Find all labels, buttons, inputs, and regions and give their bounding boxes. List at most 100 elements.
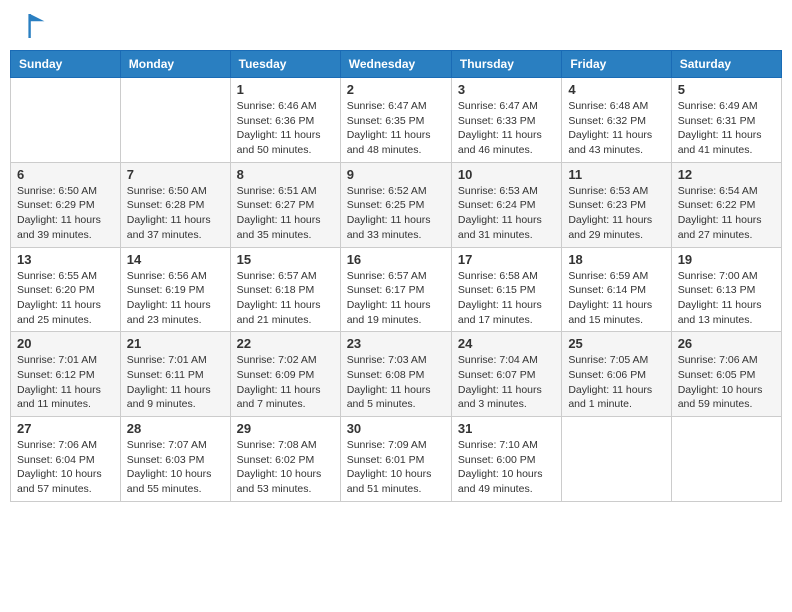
calendar-cell: [671, 417, 781, 502]
day-number: 2: [347, 82, 445, 97]
calendar-cell: 11Sunrise: 6:53 AMSunset: 6:23 PMDayligh…: [562, 162, 671, 247]
calendar-week-2: 6 Sunrise: 6:50 AMSunset: 6:29 PMDaylight…: [11, 162, 782, 247]
day-number: 15: [237, 252, 334, 267]
day-info: Sunrise: 6:48 AMSunset: 6:32 PMDaylight:…: [568, 99, 664, 158]
calendar-cell: 15 Sunrise: 6:57 AMSunset: 6:18 PMDayligh…: [230, 247, 340, 332]
day-number: 28: [127, 421, 224, 436]
calendar-cell: 2 Sunrise: 6:47 AMSunset: 6:35 PMDaylight…: [340, 78, 451, 163]
calendar-cell: 5Sunrise: 6:49 AMSunset: 6:31 PMDaylight…: [671, 78, 781, 163]
day-number: 3: [458, 82, 555, 97]
calendar-cell: 3 Sunrise: 6:47 AMSunset: 6:33 PMDaylight…: [451, 78, 561, 163]
day-info: Sunrise: 7:06 AMSunset: 6:04 PMDaylight:…: [17, 438, 114, 497]
day-info: Sunrise: 7:00 AMSunset: 6:13 PMDaylight:…: [678, 269, 775, 328]
day-number: 19: [678, 252, 775, 267]
day-number: 10: [458, 167, 555, 182]
day-number: 8: [237, 167, 334, 182]
calendar-cell: 23 Sunrise: 7:03 AMSunset: 6:08 PMDayligh…: [340, 332, 451, 417]
calendar-cell: [562, 417, 671, 502]
calendar-cell: [11, 78, 121, 163]
day-header-thursday: Thursday: [451, 51, 561, 78]
calendar-cell: 20 Sunrise: 7:01 AMSunset: 6:12 PMDayligh…: [11, 332, 121, 417]
day-info: Sunrise: 6:50 AMSunset: 6:29 PMDaylight:…: [17, 184, 114, 243]
day-number: 24: [458, 336, 555, 351]
day-number: 29: [237, 421, 334, 436]
calendar-cell: 7Sunrise: 6:50 AMSunset: 6:28 PMDaylight…: [120, 162, 230, 247]
day-info: Sunrise: 7:08 AMSunset: 6:02 PMDaylight:…: [237, 438, 334, 497]
day-number: 22: [237, 336, 334, 351]
calendar-cell: 30 Sunrise: 7:09 AMSunset: 6:01 PMDayligh…: [340, 417, 451, 502]
day-number: 9: [347, 167, 445, 182]
logo: [14, 10, 50, 42]
calendar-cell: 29 Sunrise: 7:08 AMSunset: 6:02 PMDayligh…: [230, 417, 340, 502]
day-info: Sunrise: 6:57 AMSunset: 6:18 PMDaylight:…: [237, 269, 334, 328]
day-info: Sunrise: 7:02 AMSunset: 6:09 PMDaylight:…: [237, 353, 334, 412]
day-header-wednesday: Wednesday: [340, 51, 451, 78]
calendar-week-5: 27 Sunrise: 7:06 AMSunset: 6:04 PMDayligh…: [11, 417, 782, 502]
day-number: 13: [17, 252, 114, 267]
day-number: 27: [17, 421, 114, 436]
day-info: Sunrise: 6:55 AMSunset: 6:20 PMDaylight:…: [17, 269, 114, 328]
calendar-cell: 10 Sunrise: 6:53 AMSunset: 6:24 PMDayligh…: [451, 162, 561, 247]
day-number: 18: [568, 252, 664, 267]
calendar-cell: 27 Sunrise: 7:06 AMSunset: 6:04 PMDayligh…: [11, 417, 121, 502]
day-number: 25: [568, 336, 664, 351]
logo-icon: [14, 10, 46, 42]
calendar-week-3: 13 Sunrise: 6:55 AMSunset: 6:20 PMDayligh…: [11, 247, 782, 332]
day-info: Sunrise: 7:05 AMSunset: 6:06 PMDaylight:…: [568, 353, 664, 412]
day-info: Sunrise: 7:09 AMSunset: 6:01 PMDaylight:…: [347, 438, 445, 497]
calendar-cell: 22 Sunrise: 7:02 AMSunset: 6:09 PMDayligh…: [230, 332, 340, 417]
day-info: Sunrise: 6:52 AMSunset: 6:25 PMDaylight:…: [347, 184, 445, 243]
calendar-cell: 28 Sunrise: 7:07 AMSunset: 6:03 PMDayligh…: [120, 417, 230, 502]
day-number: 7: [127, 167, 224, 182]
day-info: Sunrise: 7:04 AMSunset: 6:07 PMDaylight:…: [458, 353, 555, 412]
day-header-sunday: Sunday: [11, 51, 121, 78]
day-info: Sunrise: 6:46 AMSunset: 6:36 PMDaylight:…: [237, 99, 334, 158]
day-info: Sunrise: 7:10 AMSunset: 6:00 PMDaylight:…: [458, 438, 555, 497]
day-number: 5: [678, 82, 775, 97]
day-info: Sunrise: 6:51 AMSunset: 6:27 PMDaylight:…: [237, 184, 334, 243]
day-info: Sunrise: 7:06 AMSunset: 6:05 PMDaylight:…: [678, 353, 775, 412]
day-info: Sunrise: 6:53 AMSunset: 6:23 PMDaylight:…: [568, 184, 664, 243]
day-info: Sunrise: 7:01 AMSunset: 6:12 PMDaylight:…: [17, 353, 114, 412]
day-info: Sunrise: 6:56 AMSunset: 6:19 PMDaylight:…: [127, 269, 224, 328]
day-number: 6: [17, 167, 114, 182]
calendar-cell: 21 Sunrise: 7:01 AMSunset: 6:11 PMDayligh…: [120, 332, 230, 417]
calendar-table: SundayMondayTuesdayWednesdayThursdayFrid…: [10, 50, 782, 502]
calendar-cell: 18 Sunrise: 6:59 AMSunset: 6:14 PMDayligh…: [562, 247, 671, 332]
day-info: Sunrise: 6:53 AMSunset: 6:24 PMDaylight:…: [458, 184, 555, 243]
day-info: Sunrise: 6:47 AMSunset: 6:35 PMDaylight:…: [347, 99, 445, 158]
calendar-cell: 25 Sunrise: 7:05 AMSunset: 6:06 PMDayligh…: [562, 332, 671, 417]
day-header-saturday: Saturday: [671, 51, 781, 78]
calendar-cell: 19 Sunrise: 7:00 AMSunset: 6:13 PMDayligh…: [671, 247, 781, 332]
calendar-cell: [120, 78, 230, 163]
calendar-cell: 16 Sunrise: 6:57 AMSunset: 6:17 PMDayligh…: [340, 247, 451, 332]
calendar-cell: 9 Sunrise: 6:52 AMSunset: 6:25 PMDaylight…: [340, 162, 451, 247]
day-number: 14: [127, 252, 224, 267]
day-info: Sunrise: 6:59 AMSunset: 6:14 PMDaylight:…: [568, 269, 664, 328]
calendar-week-1: 1Sunrise: 6:46 AMSunset: 6:36 PMDaylight…: [11, 78, 782, 163]
day-info: Sunrise: 7:03 AMSunset: 6:08 PMDaylight:…: [347, 353, 445, 412]
day-number: 26: [678, 336, 775, 351]
page-header: [10, 10, 782, 42]
calendar-cell: 12 Sunrise: 6:54 AMSunset: 6:22 PMDayligh…: [671, 162, 781, 247]
day-number: 31: [458, 421, 555, 436]
day-info: Sunrise: 7:01 AMSunset: 6:11 PMDaylight:…: [127, 353, 224, 412]
day-number: 30: [347, 421, 445, 436]
day-info: Sunrise: 6:47 AMSunset: 6:33 PMDaylight:…: [458, 99, 555, 158]
day-number: 16: [347, 252, 445, 267]
day-number: 21: [127, 336, 224, 351]
day-header-monday: Monday: [120, 51, 230, 78]
calendar-cell: 24 Sunrise: 7:04 AMSunset: 6:07 PMDayligh…: [451, 332, 561, 417]
day-info: Sunrise: 7:07 AMSunset: 6:03 PMDaylight:…: [127, 438, 224, 497]
day-number: 23: [347, 336, 445, 351]
day-info: Sunrise: 6:57 AMSunset: 6:17 PMDaylight:…: [347, 269, 445, 328]
day-info: Sunrise: 6:54 AMSunset: 6:22 PMDaylight:…: [678, 184, 775, 243]
calendar-cell: 31 Sunrise: 7:10 AMSunset: 6:00 PMDayligh…: [451, 417, 561, 502]
day-number: 17: [458, 252, 555, 267]
calendar-cell: 17 Sunrise: 6:58 AMSunset: 6:15 PMDayligh…: [451, 247, 561, 332]
day-number: 20: [17, 336, 114, 351]
calendar-cell: 13 Sunrise: 6:55 AMSunset: 6:20 PMDayligh…: [11, 247, 121, 332]
day-info: Sunrise: 6:58 AMSunset: 6:15 PMDaylight:…: [458, 269, 555, 328]
calendar-week-4: 20 Sunrise: 7:01 AMSunset: 6:12 PMDayligh…: [11, 332, 782, 417]
day-number: 12: [678, 167, 775, 182]
